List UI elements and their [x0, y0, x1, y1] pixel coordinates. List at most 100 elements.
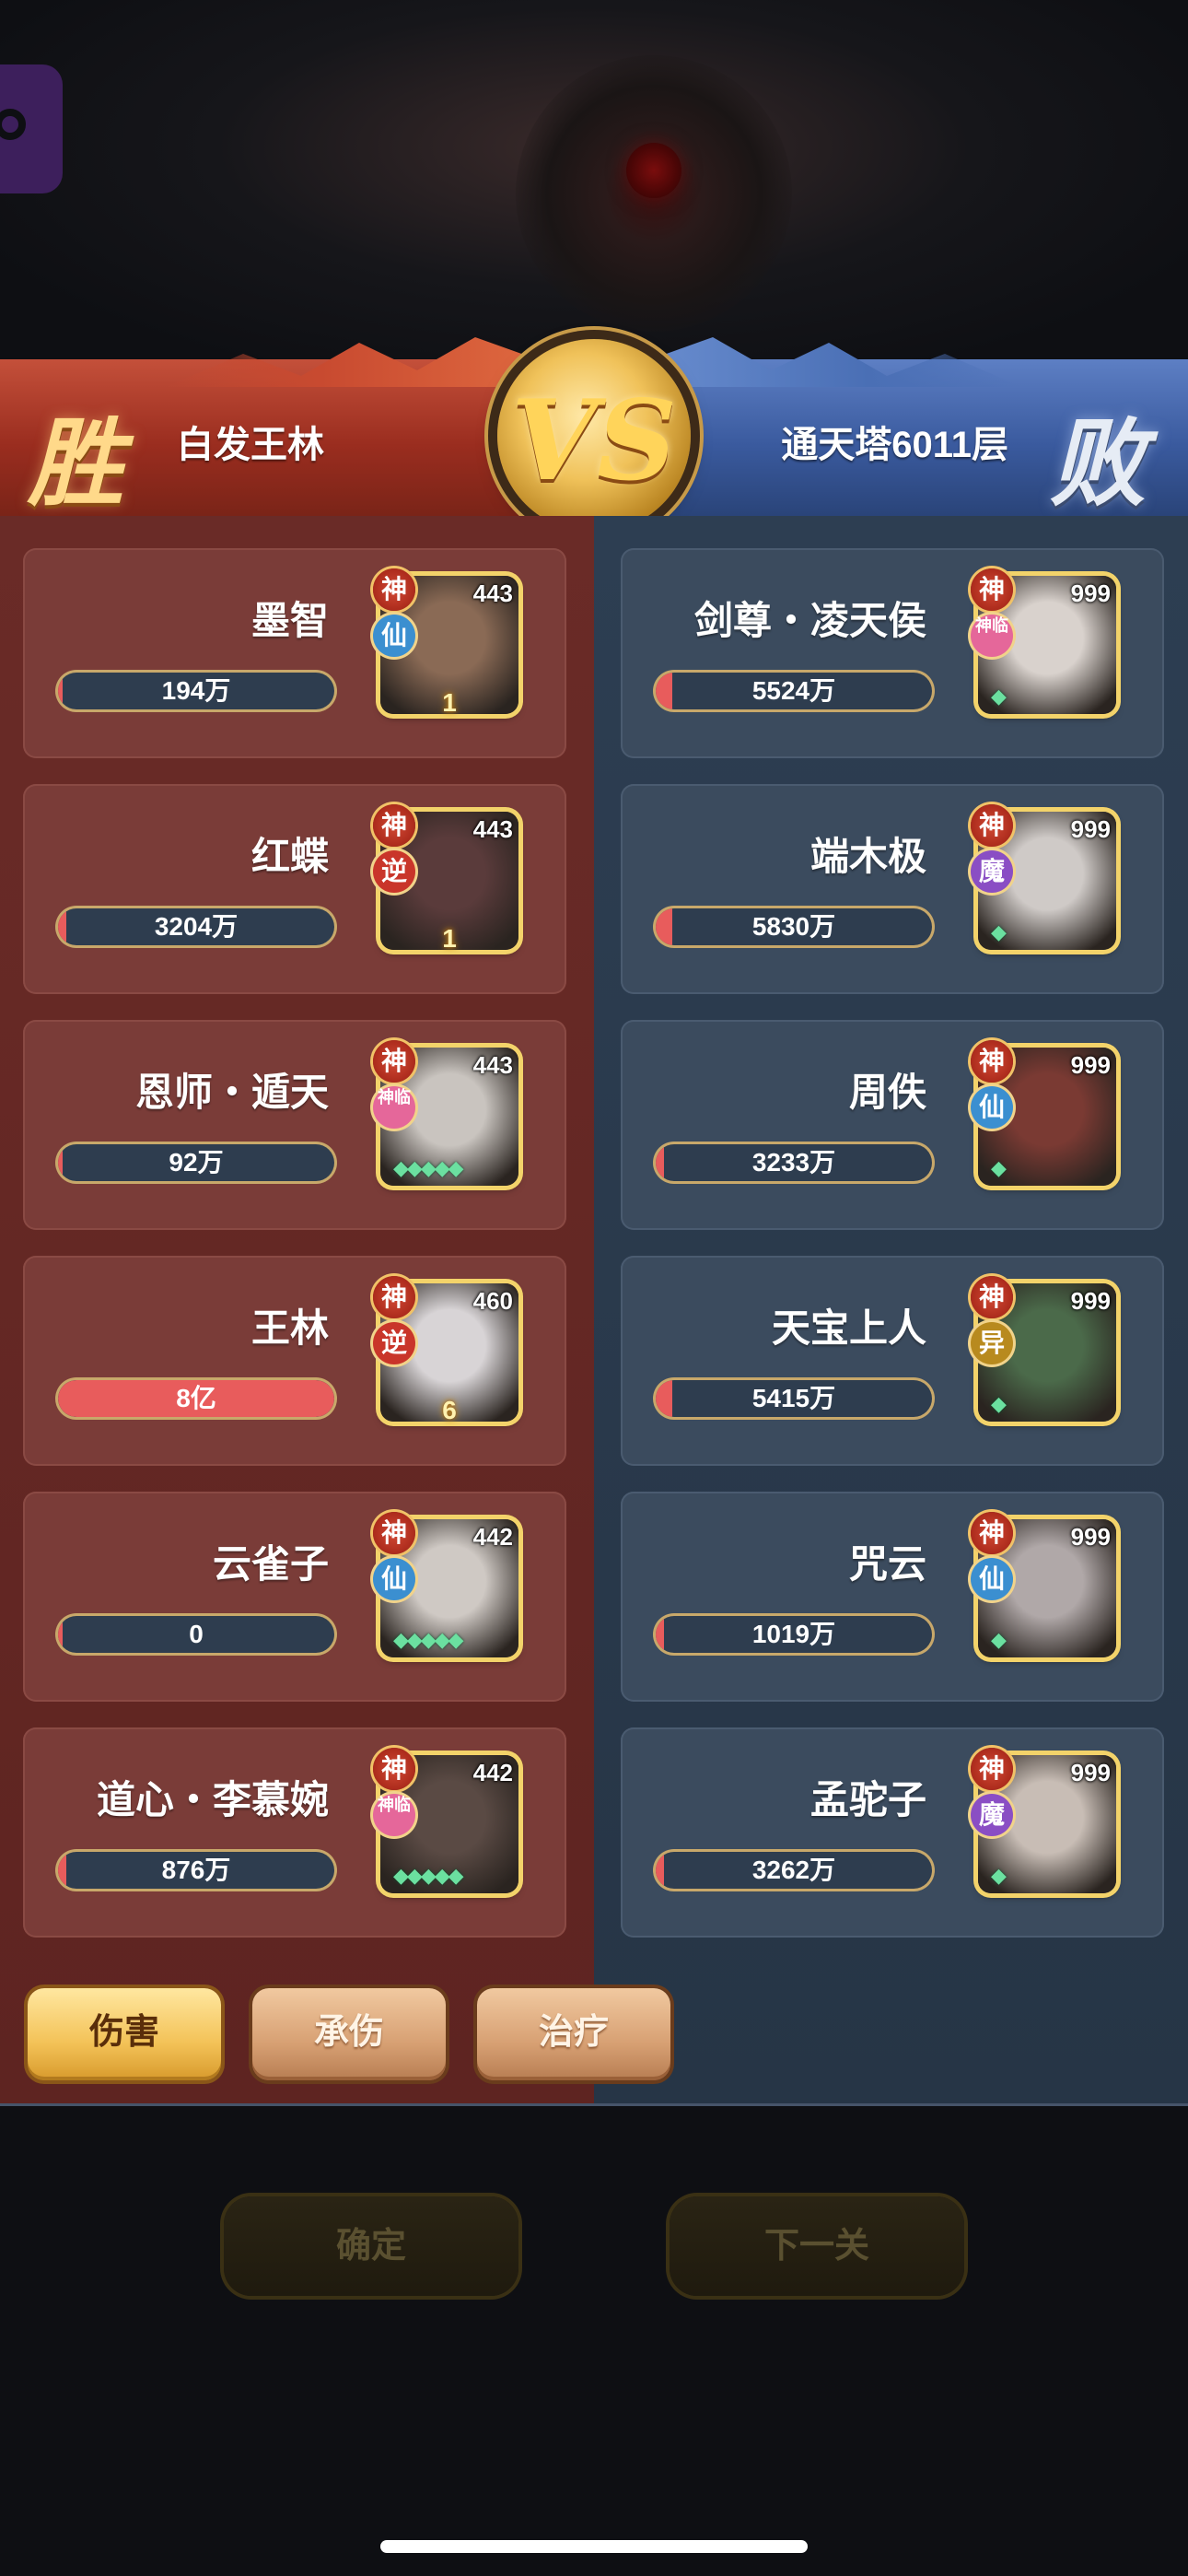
tab-healing[interactable]: 治疗 [477, 1988, 670, 2080]
hero-level: 999 [1070, 580, 1111, 607]
right-hero-card[interactable]: 咒云 1019万 999 神仙 ◆ [621, 1492, 1164, 1702]
grade-badge: 神 [971, 1512, 1013, 1554]
damage-bar: 876万 [58, 1852, 334, 1889]
damage-bar: 0 [58, 1616, 334, 1653]
damage-value: 1019万 [751, 1620, 836, 1648]
right-hero-card[interactable]: 周佚 3233万 999 神仙 ◆ [621, 1020, 1164, 1230]
hero-name: 道心・李慕婉 [96, 1778, 329, 1821]
result-banner: 胜 白发王林 通天塔6011层 败 VS [0, 337, 1188, 533]
hero-name: 墨智 [250, 599, 329, 642]
hero-portrait[interactable]: 999 神仙 ◆ [971, 1040, 1116, 1186]
next-level-button[interactable]: 下一关 [670, 2196, 964, 2296]
hero-name: 剑尊・凌天侯 [693, 599, 926, 642]
hero-portrait[interactable]: 443 神逆 1 [373, 804, 518, 953]
side-menu-tab[interactable] [0, 64, 63, 193]
hero-portrait[interactable]: 443 神神临 ◆◆◆◆◆ [373, 1040, 518, 1186]
hero-level: 999 [1070, 1523, 1111, 1551]
damage-value: 0 [189, 1620, 204, 1648]
left-hero-card[interactable]: 王林 8亿 460 神逆 6 [23, 1256, 566, 1466]
damage-bar: 5524万 [656, 673, 932, 709]
hero-level: 443 [472, 580, 513, 607]
faction-badge: 仙 [971, 1086, 1013, 1129]
hero-name: 孟驼子 [809, 1778, 926, 1821]
grade-badge: 神 [971, 1276, 1013, 1318]
right-hero-card[interactable]: 天宝上人 5415万 999 神异 ◆ [621, 1256, 1164, 1466]
hero-level: 999 [1070, 1759, 1111, 1786]
star-icons: ◆◆◆◆◆ [393, 1156, 464, 1179]
left-hero-card[interactable]: 墨智 194万 443 神仙 1 [23, 548, 566, 758]
damage-bar: 8亿 [58, 1380, 334, 1417]
hero-portrait[interactable]: 999 神魔 ◆ [971, 1748, 1116, 1893]
faction-badge: 魔 [971, 1794, 1013, 1836]
left-hero-card[interactable]: 恩师・遁天 92万 443 神神临 ◆◆◆◆◆ [23, 1020, 566, 1230]
grade-badge: 神 [373, 568, 415, 611]
right-hero-card[interactable]: 端木极 5830万 999 神魔 ◆ [621, 784, 1164, 994]
hero-portrait[interactable]: 442 神仙 ◆◆◆◆◆ [373, 1512, 518, 1657]
faction-badge: 逆 [373, 850, 415, 893]
left-player-name: 白发王林 [177, 425, 324, 465]
hero-level: 999 [1070, 815, 1111, 843]
hero-portrait[interactable]: 999 神神临 ◆ [971, 568, 1116, 714]
confirm-button[interactable]: 确定 [224, 2196, 518, 2296]
star-wings-rank: 1 [442, 688, 457, 717]
hero-level: 999 [1070, 1287, 1111, 1315]
damage-bar: 5830万 [656, 908, 932, 945]
damage-value: 8亿 [176, 1384, 216, 1412]
home-indicator [380, 2540, 808, 2553]
hero-portrait[interactable]: 999 神魔 ◆ [971, 804, 1116, 950]
damage-bar: 3204万 [58, 908, 334, 945]
faction-badge: 仙 [971, 1558, 1013, 1600]
star-wings-rank: 1 [442, 924, 457, 953]
right-hero-card[interactable]: 剑尊・凌天侯 5524万 999 神神临 ◆ [621, 548, 1164, 758]
star-icons: ◆ [991, 920, 1007, 943]
damage-value: 876万 [161, 1856, 231, 1884]
right-hero-card[interactable]: 孟驼子 3262万 999 神魔 ◆ [621, 1727, 1164, 1938]
hero-portrait[interactable]: 443 神仙 1 [373, 568, 518, 717]
hero-portrait[interactable]: 999 神异 ◆ [971, 1276, 1116, 1422]
damage-bar: 92万 [58, 1144, 334, 1181]
hero-portrait[interactable]: 442 神神临 ◆◆◆◆◆ [373, 1748, 518, 1893]
star-wings-rank: 6 [442, 1396, 457, 1424]
faction-badge: 神临 [373, 1794, 415, 1836]
win-badge: 胜 [28, 406, 124, 520]
damage-bar: 194万 [58, 673, 334, 709]
damage-value: 5415万 [751, 1384, 836, 1412]
eye-icon [626, 143, 681, 198]
hero-name: 天宝上人 [771, 1306, 926, 1350]
hero-level: 443 [472, 815, 513, 843]
star-icons: ◆ [991, 1156, 1007, 1179]
damage-value: 5830万 [751, 912, 836, 941]
vs-label: VS [511, 376, 677, 506]
damage-value: 3262万 [751, 1856, 836, 1884]
damage-bar: 1019万 [656, 1616, 932, 1653]
damage-bar: 3262万 [656, 1852, 932, 1889]
left-hero-card[interactable]: 道心・李慕婉 876万 442 神神临 ◆◆◆◆◆ [23, 1727, 566, 1938]
tab-damage-taken[interactable]: 承伤 [252, 1988, 446, 2080]
demon-eye-ornament [516, 55, 792, 332]
star-icons: ◆ [991, 685, 1007, 708]
hero-portrait[interactable]: 460 神逆 6 [373, 1276, 518, 1424]
hero-level: 460 [472, 1287, 513, 1315]
hero-level: 999 [1070, 1051, 1111, 1079]
damage-value: 3204万 [154, 912, 239, 941]
tab-damage[interactable]: 伤害 [28, 1988, 221, 2080]
grade-badge: 神 [971, 568, 1013, 611]
grade-badge: 神 [971, 1748, 1013, 1790]
left-hero-card[interactable]: 红蝶 3204万 443 神逆 1 [23, 784, 566, 994]
grade-badge: 神 [373, 1276, 415, 1318]
grade-badge: 神 [971, 1040, 1013, 1083]
faction-badge: 逆 [373, 1322, 415, 1364]
hero-name: 王林 [250, 1306, 329, 1350]
panel-divider [0, 2103, 1188, 2106]
grade-badge: 神 [971, 804, 1013, 847]
star-icons: ◆ [991, 1864, 1007, 1887]
damage-bar: 3233万 [656, 1144, 932, 1181]
grade-badge: 神 [373, 804, 415, 847]
grade-badge: 神 [373, 1040, 415, 1083]
hero-name: 恩师・遁天 [134, 1071, 329, 1114]
left-hero-card[interactable]: 云雀子 0 442 神仙 ◆◆◆◆◆ [23, 1492, 566, 1702]
damage-value: 3233万 [751, 1148, 836, 1177]
hero-name: 云雀子 [212, 1542, 329, 1586]
damage-value: 92万 [169, 1148, 224, 1177]
hero-portrait[interactable]: 999 神仙 ◆ [971, 1512, 1116, 1657]
